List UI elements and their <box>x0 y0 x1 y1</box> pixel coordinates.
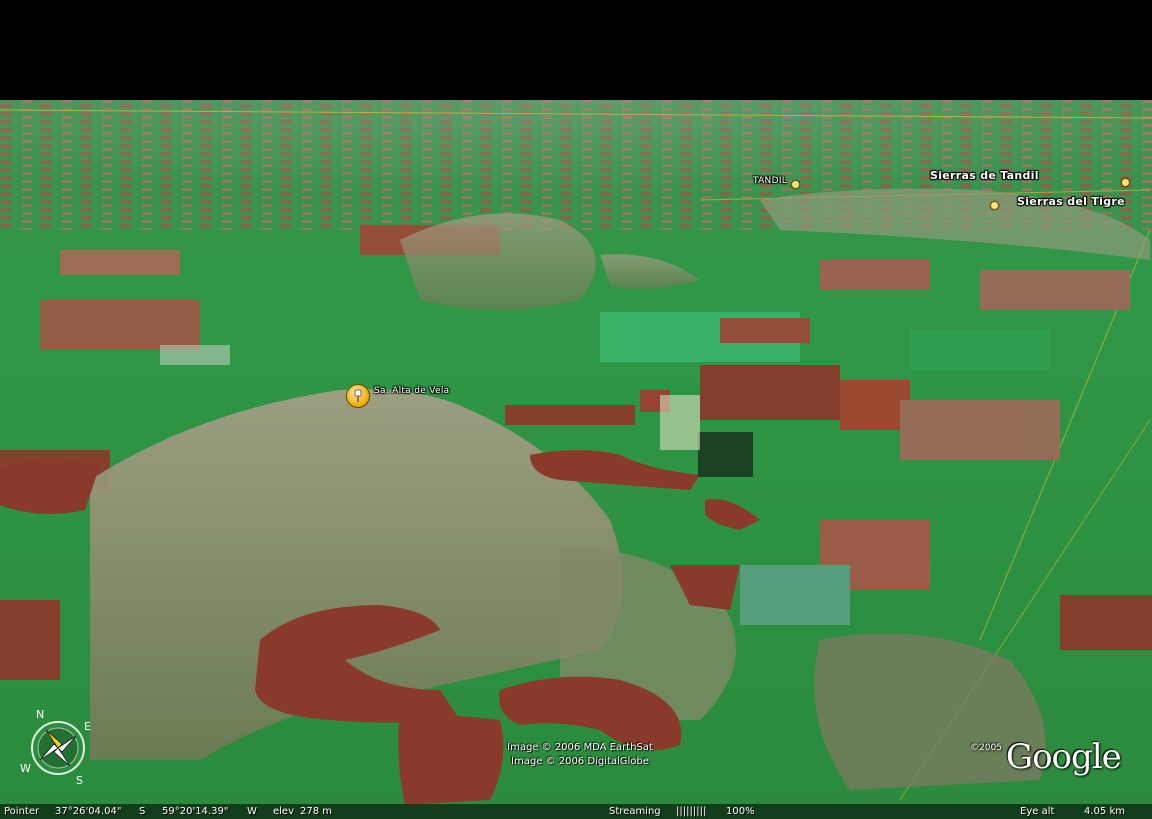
pointer-latitude: 37°26'04.04" <box>55 806 122 817</box>
streaming-label: Streaming <box>609 806 661 817</box>
compass-west-label: W <box>20 762 31 775</box>
latitude-hemisphere: S <box>139 806 146 817</box>
pointer-label: Pointer <box>4 806 40 817</box>
map-viewport[interactable]: TANDIL Sierras de Tandil Sierras del Tig… <box>0 0 1152 819</box>
placemark-pushpin-icon[interactable] <box>346 384 370 408</box>
status-bar: Pointer 37°26'04.04" S 59°20'14.39" W el… <box>0 804 1152 819</box>
logo-copyright: ©2005 <box>970 743 1002 753</box>
placemark-alta-vela[interactable]: Sa. Alta de Vela <box>346 384 449 408</box>
imagery-attribution: Image © 2006 MDA EarthSat Image © 2006 D… <box>430 741 730 769</box>
logo-wordmark: Google <box>1005 737 1122 777</box>
pushpin-glyph-icon <box>354 389 362 402</box>
placemark-tandil[interactable]: TANDIL <box>753 172 801 189</box>
placemark-label: Sa. Alta de Vela <box>374 386 450 396</box>
elevation-label: elev <box>273 806 295 817</box>
eye-altitude-label: Eye alt <box>1020 806 1055 817</box>
placemark-sierras-tandil[interactable]: Sierras de Tandil <box>930 164 1130 187</box>
attribution-line: Image © 2006 MDA EarthSat <box>507 742 653 753</box>
placemark-label: Sierras del Tigre <box>1017 195 1125 208</box>
longitude-hemisphere: W <box>247 806 257 817</box>
terrain-imagery[interactable] <box>0 0 1152 819</box>
placemark-pin-icon[interactable] <box>990 201 999 210</box>
placemark-pin-icon[interactable] <box>791 180 801 189</box>
pointer-longitude: 59°20'14.39" <box>162 806 229 817</box>
compass-north-label: N <box>36 708 44 721</box>
placemark-label: Sierras de Tandil <box>930 169 1039 182</box>
placemark-sierras-tigre[interactable]: Sierras del Tigre <box>990 193 1125 210</box>
compass-icon[interactable]: N E S W <box>16 706 100 790</box>
compass-east-label: E <box>84 720 91 733</box>
eye-altitude-value: 4.05 km <box>1084 806 1125 817</box>
streaming-progress-bar: ||||||||| <box>676 806 707 817</box>
attribution-line: Image © 2006 DigitalGlobe <box>511 756 649 767</box>
elevation-value: 278 m <box>300 806 333 817</box>
placemark-label: TANDIL <box>753 175 788 186</box>
compass-south-label: S <box>76 774 83 787</box>
google-logo: ©2005 Google <box>970 737 1122 777</box>
placemark-pin-icon[interactable] <box>1120 178 1130 187</box>
streaming-percent: 100% <box>726 806 755 817</box>
